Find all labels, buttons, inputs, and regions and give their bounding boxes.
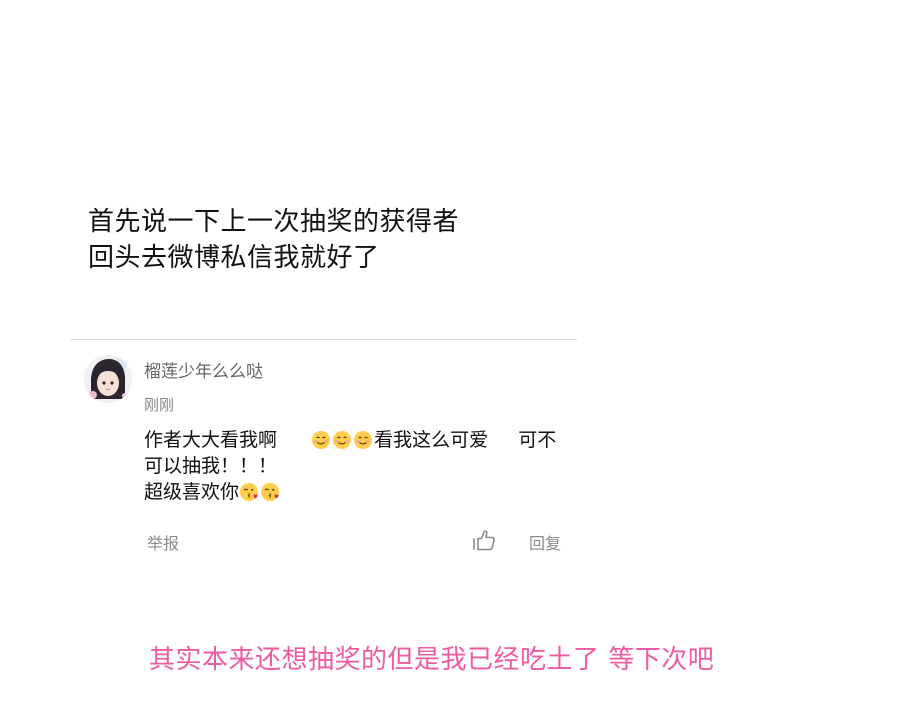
comment-body-line-3: 超级喜欢你 [144,479,574,505]
intro-text: 首先说一下上一次抽奖的获得者 回头去微博私信我就好了 [88,204,459,276]
reply-button[interactable]: 回复 [529,530,561,554]
comment-text-part-3: 可不 [518,429,557,451]
kissing-heart-emoji [240,483,259,501]
smiling-blush-emoji [333,431,352,449]
report-link[interactable]: 举报 [147,530,179,554]
comment-card: 榴莲少年么么哒 刚刚 作者大大看我啊 看我这么可爱 可不 可以抽我！！！ 超级喜… [70,339,577,569]
comment-text-part-4: 超级喜欢你 [144,481,240,503]
kissing-heart-emoji [261,483,280,501]
comment-body: 作者大大看我啊 看我这么可爱 可不 可以抽我！！！ 超级喜欢你 [144,427,574,505]
comment-text-part-1: 作者大大看我啊 [144,429,278,451]
thumbs-up-icon [473,530,495,551]
comment-username[interactable]: 榴莲少年么么哒 [144,357,263,382]
footer-note: 其实本来还想抽奖的但是我已经吃土了 等下次吧 [149,645,715,675]
smiling-blush-emoji [354,431,373,449]
intro-line-1: 首先说一下上一次抽奖的获得者 [88,207,460,237]
comment-body-line-1: 作者大大看我啊 看我这么可爱 可不 [144,427,574,453]
intro-line-2: 回头去微博私信我就好了 [88,243,380,273]
comment-text-part-2: 看我这么可爱 [374,429,489,451]
comment-divider [70,339,577,340]
avatar[interactable] [84,355,132,403]
like-button[interactable] [470,526,498,554]
comment-timestamp: 刚刚 [144,396,175,414]
comment-body-line-2: 可以抽我！！！ [144,455,278,477]
smiling-blush-emoji [312,431,331,449]
